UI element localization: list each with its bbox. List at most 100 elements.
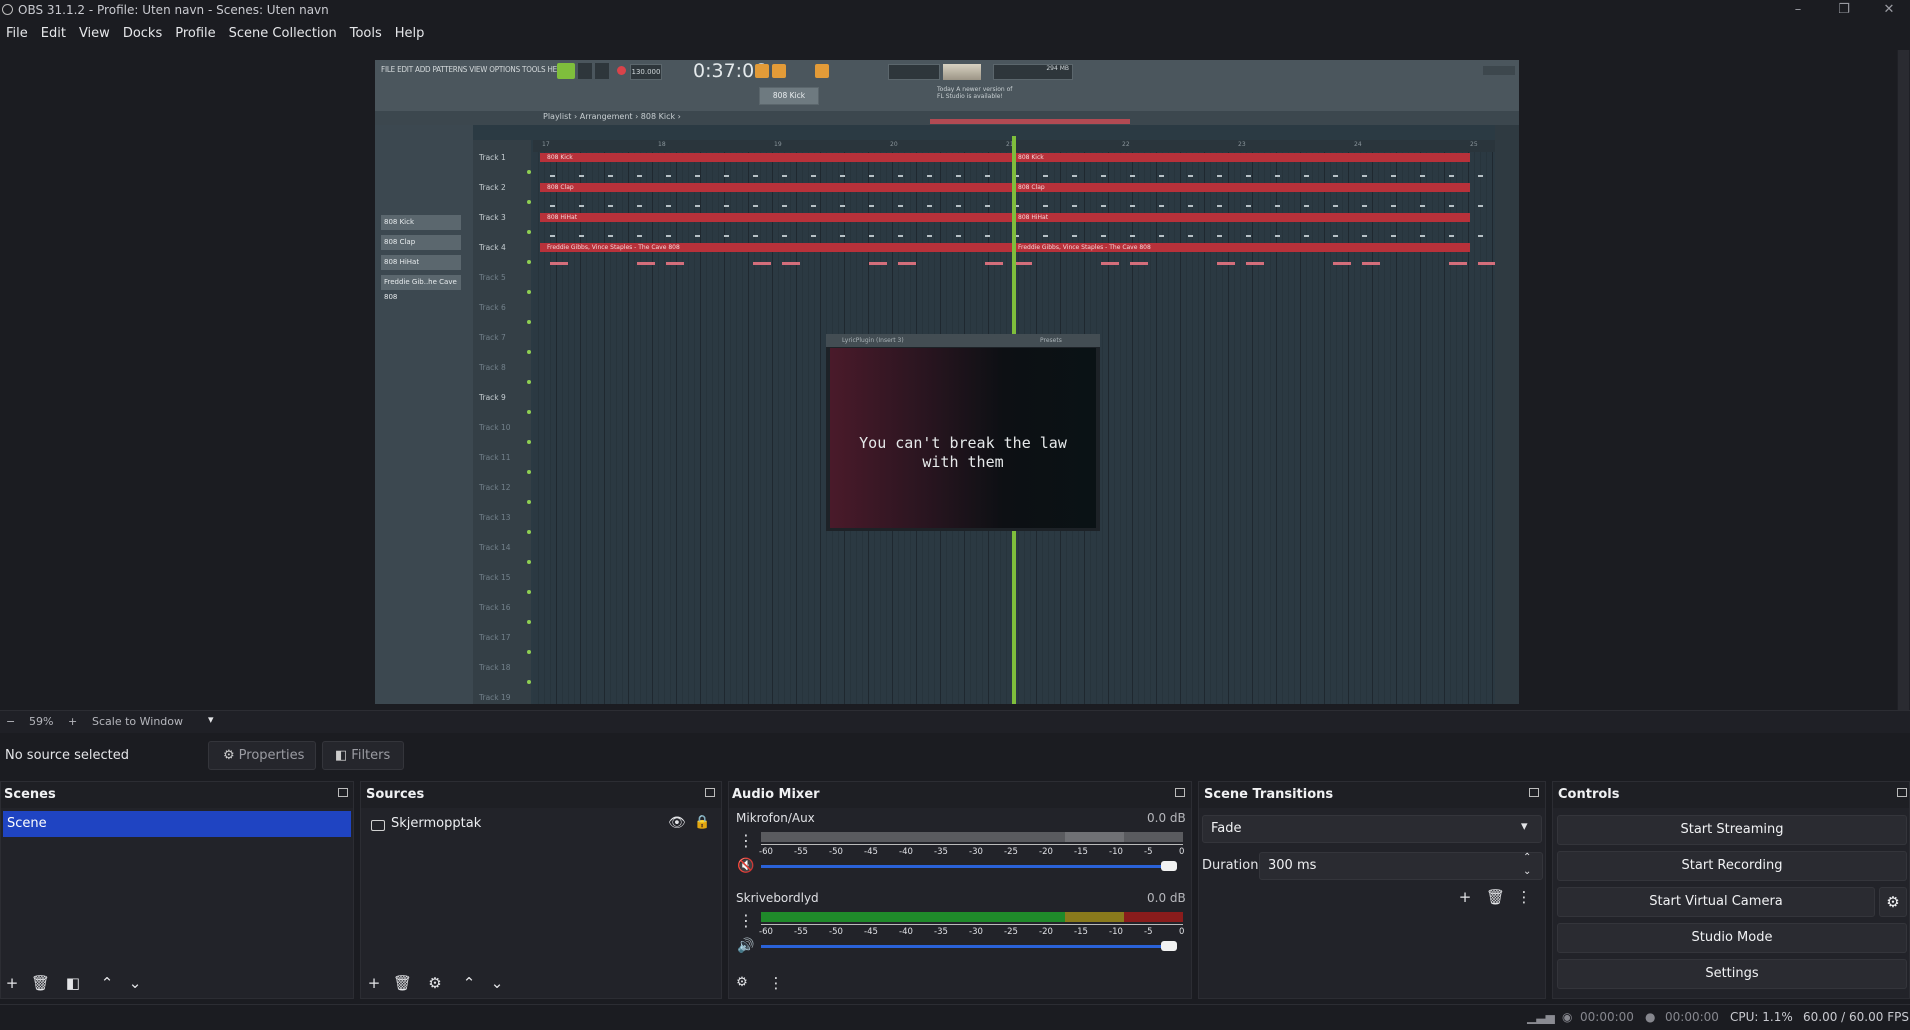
fl-note xyxy=(956,175,961,177)
meter-scale-label: -35 xyxy=(934,927,948,937)
advanced-audio-icon[interactable]: ⚙ xyxy=(733,974,751,992)
channel-menu-icon[interactable]: ⋮ xyxy=(738,911,754,930)
obs-logo-icon xyxy=(2,4,13,15)
channel-db: 0.0 dB xyxy=(1147,891,1186,905)
duration-stepper[interactable]: ⌃ ⌄ xyxy=(1523,851,1531,879)
fl-note xyxy=(1043,205,1048,207)
menu-file[interactable]: File xyxy=(0,22,35,41)
fl-note xyxy=(550,205,555,207)
meter-scale-label: -60 xyxy=(759,927,773,937)
fl-note xyxy=(985,262,1003,265)
preview-scrollbar[interactable] xyxy=(1897,50,1910,715)
menu-scene-collection[interactable]: Scene Collection xyxy=(223,22,344,41)
arrow-down-icon[interactable]: ⌄ xyxy=(126,974,144,992)
mute-speaker-icon[interactable]: 🔇 xyxy=(737,858,754,874)
fl-pattern-item: 808 HiHat xyxy=(381,255,461,270)
gear-icon[interactable]: ⚙ xyxy=(1879,887,1907,917)
menu-profile[interactable]: Profile xyxy=(169,22,222,41)
fl-oscilloscope xyxy=(888,64,940,80)
lock-icon[interactable]: 🔒 xyxy=(694,815,710,830)
fl-note xyxy=(637,235,642,237)
fl-note xyxy=(869,235,874,237)
sources-dock-title: Sources xyxy=(361,782,721,808)
studio-mode-button[interactable]: Studio Mode xyxy=(1557,923,1907,953)
arrow-down-icon[interactable]: ⌄ xyxy=(488,974,506,992)
start-streaming-button[interactable]: Start Streaming xyxy=(1557,815,1907,845)
chevron-down-icon[interactable]: ▾ xyxy=(1521,819,1528,834)
channel-menu-icon[interactable]: ⋮ xyxy=(738,831,754,850)
transition-select[interactable]: Fade xyxy=(1202,815,1542,843)
fl-track-led-icon xyxy=(527,320,531,324)
close-button[interactable]: ✕ xyxy=(1866,0,1910,22)
fl-note xyxy=(1043,235,1048,237)
undock-icon[interactable] xyxy=(1175,788,1185,797)
cpu-usage: CPU: 1.1% xyxy=(1730,1010,1793,1024)
gear-icon[interactable]: ⚙ xyxy=(426,974,444,992)
arrow-up-icon[interactable]: ⌃ xyxy=(98,974,116,992)
scrollbar-thumb[interactable] xyxy=(1898,50,1909,715)
meter-scale-label: -10 xyxy=(1109,927,1123,937)
scale-mode-dropdown[interactable]: Scale to Window xyxy=(92,715,183,728)
duration-field[interactable]: 300 ms xyxy=(1259,852,1543,880)
undock-icon[interactable] xyxy=(1897,788,1907,797)
menu-docks[interactable]: Docks xyxy=(117,22,169,41)
fl-track-label: Track 19 xyxy=(479,693,511,702)
volume-slider[interactable] xyxy=(761,945,1173,948)
maximize-button[interactable]: ❐ xyxy=(1821,0,1867,22)
menu-tools[interactable]: Tools xyxy=(344,22,389,41)
menu-help[interactable]: Help xyxy=(389,22,432,41)
fl-note xyxy=(1159,205,1164,207)
start-virtual-camera-button[interactable]: Start Virtual Camera xyxy=(1557,887,1875,917)
zoom-in-button[interactable]: + xyxy=(68,715,77,728)
volume-slider-handle[interactable] xyxy=(1161,861,1177,871)
properties-button[interactable]: ⚙ Properties xyxy=(208,741,316,770)
meter-scale-label: -20 xyxy=(1039,927,1053,937)
settings-button[interactable]: Settings xyxy=(1557,959,1907,989)
meter-scale-label: -40 xyxy=(899,927,913,937)
more-options-icon[interactable]: ⋮ xyxy=(1515,888,1533,906)
fl-track-led-icon xyxy=(527,620,531,624)
filters-button[interactable]: ◧ Filters xyxy=(322,741,404,770)
menu-edit[interactable]: Edit xyxy=(35,22,73,41)
fl-track-label: Track 8 xyxy=(479,363,506,372)
volume-slider-handle[interactable] xyxy=(1161,941,1177,951)
fl-note xyxy=(724,205,729,207)
scene-transitions-dock: Scene Transitions Fade ▾ Duration 300 ms… xyxy=(1198,781,1546,999)
scene-item[interactable]: Scene xyxy=(3,811,351,837)
fl-note xyxy=(869,175,874,177)
add-icon[interactable]: + xyxy=(365,974,383,992)
meter-scale-line xyxy=(761,844,1183,845)
menu-view[interactable]: View xyxy=(73,22,117,41)
fl-note xyxy=(840,175,845,177)
add-icon[interactable]: + xyxy=(1456,888,1474,906)
more-options-icon[interactable]: ⋮ xyxy=(767,974,785,992)
start-recording-button[interactable]: Start Recording xyxy=(1557,851,1907,881)
filter-icon[interactable]: ◧ xyxy=(64,974,82,992)
add-icon[interactable]: + xyxy=(3,974,21,992)
fl-note xyxy=(898,175,903,177)
volume-slider[interactable] xyxy=(761,865,1173,868)
minimize-button[interactable]: – xyxy=(1775,0,1821,22)
record-icon: ● xyxy=(1645,1010,1656,1024)
fl-track-label: Track 12 xyxy=(479,483,511,492)
fl-note xyxy=(1130,205,1135,207)
fl-menu: FILE EDIT ADD PATTERNS VIEW OPTIONS TOOL… xyxy=(381,65,565,74)
speaker-icon[interactable]: 🔊 xyxy=(737,938,754,954)
trash-icon[interactable]: 🗑 xyxy=(1486,888,1505,906)
fl-note xyxy=(1159,235,1164,237)
arrow-up-icon[interactable]: ⌃ xyxy=(460,974,478,992)
meter-scale-line xyxy=(761,924,1183,925)
trash-icon[interactable]: 🗑 xyxy=(31,974,50,992)
chevron-down-icon[interactable]: ▾ xyxy=(208,713,214,726)
eye-icon[interactable]: 👁 xyxy=(668,815,686,831)
preview-canvas[interactable]: FILE EDIT ADD PATTERNS VIEW OPTIONS TOOL… xyxy=(375,60,1519,704)
meter-scale-label: -30 xyxy=(969,927,983,937)
source-item[interactable]: Skjermopptak xyxy=(391,816,481,831)
zoom-out-button[interactable]: − xyxy=(6,715,15,728)
undock-icon[interactable] xyxy=(1529,788,1539,797)
undock-icon[interactable] xyxy=(338,788,348,797)
meter-scale-label: -10 xyxy=(1109,847,1123,857)
undock-icon[interactable] xyxy=(705,788,715,797)
trash-icon[interactable]: 🗑 xyxy=(393,974,412,992)
lyric-plugin-title: LyricPlugin (Insert 3) xyxy=(842,337,904,344)
